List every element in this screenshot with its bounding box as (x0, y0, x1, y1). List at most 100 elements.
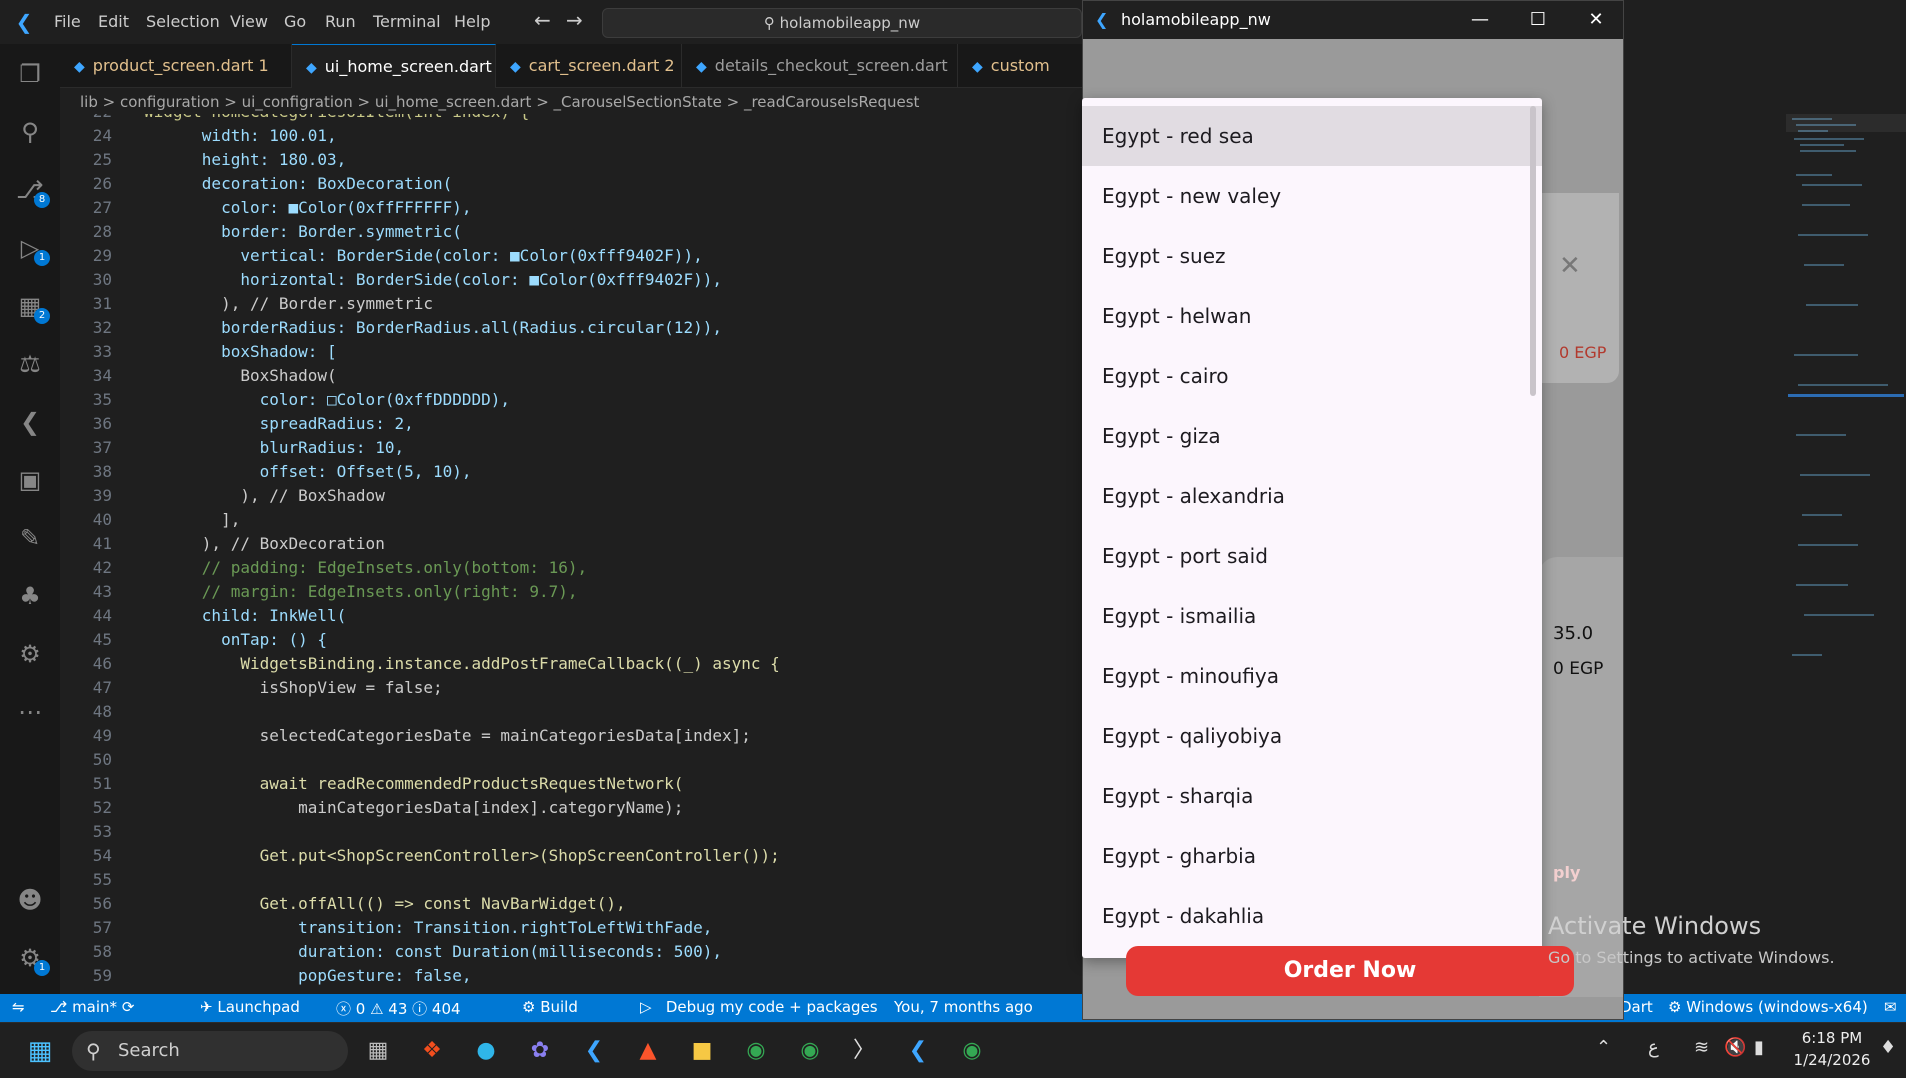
code-line[interactable]: 45 onTap: () { (60, 628, 1090, 652)
minimap[interactable] (1786, 114, 1906, 994)
dropdown-option[interactable]: Egypt - helwan (1082, 286, 1542, 346)
dropdown-option[interactable]: Egypt - ismailia (1082, 586, 1542, 646)
dropdown-option[interactable]: Egypt - red sea (1082, 106, 1542, 166)
tab-cart-screen[interactable]: ◆ cart_screen.dart 2 (496, 44, 682, 88)
menu-help[interactable]: Help (454, 12, 490, 31)
code-line[interactable]: 38 offset: Offset(5, 10), (60, 460, 1090, 484)
accounts-icon[interactable]: ☻ (14, 884, 46, 916)
notifications-icon[interactable]: ✉ (1884, 998, 1897, 1016)
forward-arrow-icon[interactable]: → (566, 8, 583, 32)
code-line[interactable]: 54 Get.put<ShopScreenController>(ShopScr… (60, 844, 1090, 868)
code-line[interactable]: 39 ), // BoxShadow (60, 484, 1090, 508)
dropdown-option[interactable]: Egypt - giza (1082, 406, 1542, 466)
remote-explorer-icon[interactable]: ▣ (14, 464, 46, 496)
dropdown-option[interactable]: Egypt - qaliyobiya (1082, 706, 1542, 766)
launchpad-status[interactable]: ✈ Launchpad (200, 998, 300, 1016)
code-line[interactable]: 22 Widget homeCategoriesUiItem(int index)… (60, 114, 1090, 124)
dropdown-option[interactable]: Egypt - new valey (1082, 166, 1542, 226)
file-explorer-icon[interactable]: ■ (684, 1033, 720, 1069)
branch-status[interactable]: ⎇ main* ⟳ (50, 998, 134, 1016)
command-search-input[interactable]: ⚲ holamobileapp_nw (602, 8, 1082, 38)
code-line[interactable]: 33 boxShadow: [ (60, 340, 1090, 364)
volume-muted-icon[interactable]: 🔇 (1724, 1037, 1746, 1058)
order-now-button[interactable]: Order Now (1126, 946, 1574, 996)
code-line[interactable]: 26 decoration: BoxDecoration( (60, 172, 1090, 196)
dropdown-option[interactable]: Egypt - gharbia (1082, 826, 1542, 886)
code-line[interactable]: 42 // padding: EdgeInsets.only(bottom: 1… (60, 556, 1090, 580)
code-line[interactable]: 32 borderRadius: BorderRadius.all(Radius… (60, 316, 1090, 340)
code-line[interactable]: 52 mainCategoriesData[index].categoryNam… (60, 796, 1090, 820)
code-line[interactable]: 47 isShopView = false; (60, 676, 1090, 700)
tray-chevron-icon[interactable]: ⌃ (1596, 1037, 1611, 1058)
code-line[interactable]: 29 vertical: BorderSide(color: ■Color(0x… (60, 244, 1090, 268)
explorer-icon[interactable]: ❐ (14, 58, 46, 90)
menu-edit[interactable]: Edit (98, 12, 129, 31)
more-icon[interactable]: ⋯ (14, 696, 46, 728)
device-status[interactable]: ⚙ Windows (windows-x64) (1668, 998, 1868, 1016)
dropdown-option[interactable]: Egypt - alexandria (1082, 466, 1542, 526)
maximize-icon[interactable]: ☐ (1509, 1, 1567, 39)
breadcrumb[interactable]: lib > configuration > ui_configration > … (60, 90, 1090, 114)
run-debug-icon[interactable]: ▷ 1 (14, 232, 50, 266)
taskbar-search[interactable]: ⚲ Search (72, 1031, 348, 1071)
code-line[interactable]: 35 color: □Color(0xffDDDDDD), (60, 388, 1090, 412)
menu-run[interactable]: Run (325, 12, 356, 31)
menu-view[interactable]: View (230, 12, 268, 31)
tab-product-screen[interactable]: ◆ product_screen.dart 1 (60, 44, 292, 88)
settings-gear-icon[interactable]: ⚙ 1 (14, 942, 50, 976)
code-line[interactable]: 48 (60, 700, 1090, 724)
edit-icon[interactable]: ✎ (14, 522, 46, 554)
code-line[interactable]: 24 width: 100.01, (60, 124, 1090, 148)
wifi-icon[interactable]: ≋ (1694, 1037, 1709, 1058)
code-line[interactable]: 58 duration: const Duration(milliseconds… (60, 940, 1090, 964)
code-line[interactable]: 34 BoxShadow( (60, 364, 1090, 388)
clock-date[interactable]: 1/24/2026 (1792, 1051, 1872, 1069)
menu-terminal[interactable]: Terminal (373, 12, 441, 31)
build-status[interactable]: ⚙ Build (522, 998, 578, 1016)
code-line[interactable]: 59 popGesture: false, (60, 964, 1090, 988)
language-status[interactable]: Dart (1620, 998, 1653, 1016)
chrome-icon[interactable]: ◉ (738, 1033, 774, 1069)
debug-status[interactable]: ▷ Debug my code + packages (640, 998, 878, 1016)
task-view-icon[interactable]: ▦ (360, 1033, 396, 1069)
clock-time[interactable]: 6:18 PM (1792, 1029, 1872, 1047)
chrome-profile-icon[interactable]: ◉ (792, 1033, 828, 1069)
dropdown-option[interactable]: Egypt - port said (1082, 526, 1542, 586)
code-line[interactable]: 41 ), // BoxDecoration (60, 532, 1090, 556)
code-line[interactable]: 37 blurRadius: 10, (60, 436, 1090, 460)
copilot-icon[interactable]: ✿ (522, 1033, 558, 1069)
menu-file[interactable]: File (54, 12, 81, 31)
source-control-icon[interactable]: ⎇ 8 (14, 174, 50, 208)
governorate-dropdown-menu[interactable]: Egypt - red sea Egypt - new valey Egypt - … (1082, 98, 1542, 958)
code-line[interactable]: 53 (60, 820, 1090, 844)
edge-icon[interactable]: ● (468, 1033, 504, 1069)
tab-details-checkout-screen[interactable]: ◆ details_checkout_screen.dart (682, 44, 958, 88)
code-line[interactable]: 46 WidgetsBinding.instance.addPostFrameC… (60, 652, 1090, 676)
dropdown-option[interactable]: Egypt - dakahlia (1082, 886, 1542, 946)
code-editor[interactable]: 22 Widget homeCategoriesUiItem(int index)… (60, 114, 1090, 994)
brave-icon[interactable]: ▲ (630, 1033, 666, 1069)
testing-icon[interactable]: ⚖ (14, 348, 46, 380)
flutter-icon[interactable]: ❮ (14, 406, 46, 438)
tree-icon[interactable]: ♣ (14, 580, 46, 612)
code-line[interactable]: 55 (60, 868, 1090, 892)
code-line[interactable]: 57 transition: Transition.rightToLeftWit… (60, 916, 1090, 940)
input-language[interactable]: ع (1648, 1037, 1659, 1058)
dropdown-scrollbar[interactable] (1530, 106, 1536, 396)
dropdown-option[interactable]: Egypt - sharqia (1082, 766, 1542, 826)
code-line[interactable]: 27 color: ■Color(0xffFFFFFF), (60, 196, 1090, 220)
code-line[interactable]: 31 ), // Border.symmetric (60, 292, 1090, 316)
dropdown-option[interactable]: Egypt - cairo (1082, 346, 1542, 406)
back-arrow-icon[interactable]: ← (534, 8, 551, 32)
code-line[interactable]: 30 horizontal: BorderSide(color: ■Color(… (60, 268, 1090, 292)
search-icon[interactable]: ⚲ (14, 116, 46, 148)
code-line[interactable]: 50 (60, 748, 1090, 772)
code-line[interactable]: 49 selectedCategoriesDate = mainCategori… (60, 724, 1090, 748)
menu-go[interactable]: Go (284, 12, 306, 31)
minimize-icon[interactable]: — (1451, 1, 1509, 39)
problems-status[interactable]: ⓧ 0 ⚠ 43 ⓘ 404 (336, 998, 461, 1019)
close-window-icon[interactable]: ✕ (1567, 1, 1623, 39)
tab-custom[interactable]: ◆ custom (958, 44, 1090, 88)
figma-icon[interactable]: ❖ (414, 1033, 450, 1069)
flutter-app-taskbar-icon[interactable]: ❮ (900, 1033, 936, 1069)
